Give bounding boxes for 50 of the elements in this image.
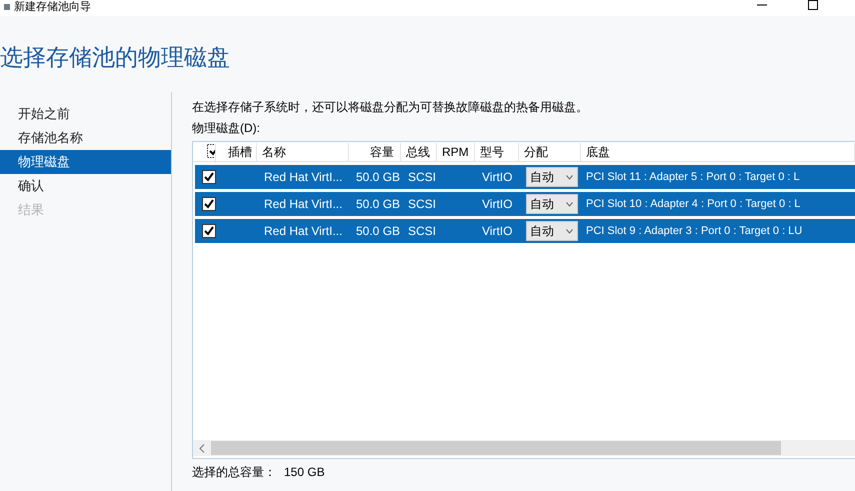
table-row[interactable]: Red Hat VirtI... 50.0 GB SCSI VirtIO 自动 PCI Slot 11 : Adapter 5 : Port 0 : Target 0 : L: [195, 165, 855, 189]
table-cell-text: PCI Slot 9 : Adapter 3 : Port 0 : Target 0 : LU: [585, 224, 804, 239]
caret-icon: [566, 174, 573, 180]
table-cell-text: 50.0 GB: [355, 223, 402, 240]
column-header[interactable]: 插槽: [223, 143, 257, 162]
page-heading: 选择存储池的物理磁盘: [0, 44, 231, 72]
horizontal-scrollbar[interactable]: [193, 440, 855, 456]
table-cell-text: VirtIO: [481, 169, 514, 186]
total-value: 150 GB: [284, 464, 325, 481]
column-header[interactable]: 名称: [257, 143, 349, 162]
column-header[interactable]: 分配: [519, 143, 581, 162]
table-cell-text: 50.0 GB: [355, 196, 402, 213]
row-checkbox[interactable]: [202, 170, 216, 184]
description-text: 在选择存储子系统时，还可以将磁盘分配为可替换故障磁盘的热备用磁盘。: [192, 99, 589, 116]
table-cell-text: VirtIO: [481, 196, 514, 213]
disk-list-label: 物理磁盘(D):: [192, 120, 261, 137]
caret-icon: [566, 228, 573, 234]
maximize-icon[interactable]: [808, 0, 819, 10]
sidebar-item[interactable]: 开始之前: [0, 102, 171, 126]
table-cell-text: Red Hat VirtI...: [263, 169, 344, 186]
table-cell-text: PCI Slot 11 : Adapter 5 : Port 0 : Target 0 : L: [585, 170, 801, 185]
allocation-dropdown[interactable]: 自动: [526, 167, 578, 187]
column-header[interactable]: 型号: [475, 143, 519, 162]
column-header[interactable]: 容量: [349, 143, 401, 162]
window-icon: [4, 4, 10, 10]
sidebar-item[interactable]: 物理磁盘: [0, 150, 171, 174]
table-cell-text: SCSI: [407, 169, 438, 186]
column-header[interactable]: 总线: [401, 143, 437, 162]
sidebar-item[interactable]: 确认: [0, 174, 171, 198]
row-checkbox[interactable]: [202, 224, 216, 238]
table-cell-text: 50.0 GB: [355, 169, 402, 186]
table-cell-text: SCSI: [407, 196, 438, 213]
table-cell-text: VirtIO: [481, 223, 514, 240]
table-row[interactable]: Red Hat VirtI... 50.0 GB SCSI VirtIO 自动 PCI Slot 9 : Adapter 3 : Port 0 : Target 0 : LU: [195, 219, 855, 243]
allocation-dropdown[interactable]: 自动: [526, 221, 578, 241]
scrollbar-thumb[interactable]: [211, 441, 781, 455]
table-cell-text: Red Hat VirtI...: [263, 196, 344, 213]
table-cell-text: SCSI: [407, 223, 438, 240]
sidebar-item[interactable]: 存储池名称: [0, 126, 171, 150]
window-title: 新建存储池向导: [14, 0, 91, 14]
total-label: 选择的总容量：: [192, 464, 276, 481]
scroll-left-icon[interactable]: [199, 444, 205, 452]
row-checkbox[interactable]: [202, 197, 216, 211]
table-cell-text: Red Hat VirtI...: [263, 223, 344, 240]
column-header[interactable]: RPM: [437, 143, 475, 162]
allocation-dropdown[interactable]: 自动: [526, 194, 578, 214]
table-cell-text: PCI Slot 10 : Adapter 4 : Port 0 : Target 0 : L: [585, 196, 802, 212]
column-header[interactable]: 底盘: [581, 143, 855, 162]
caret-icon: [566, 202, 573, 206]
table-row[interactable]: Red Hat VirtI... 50.0 GB SCSI VirtIO 自动 PCI Slot 10 : Adapter 4 : Port 0 : Target 0 : L: [195, 192, 855, 216]
